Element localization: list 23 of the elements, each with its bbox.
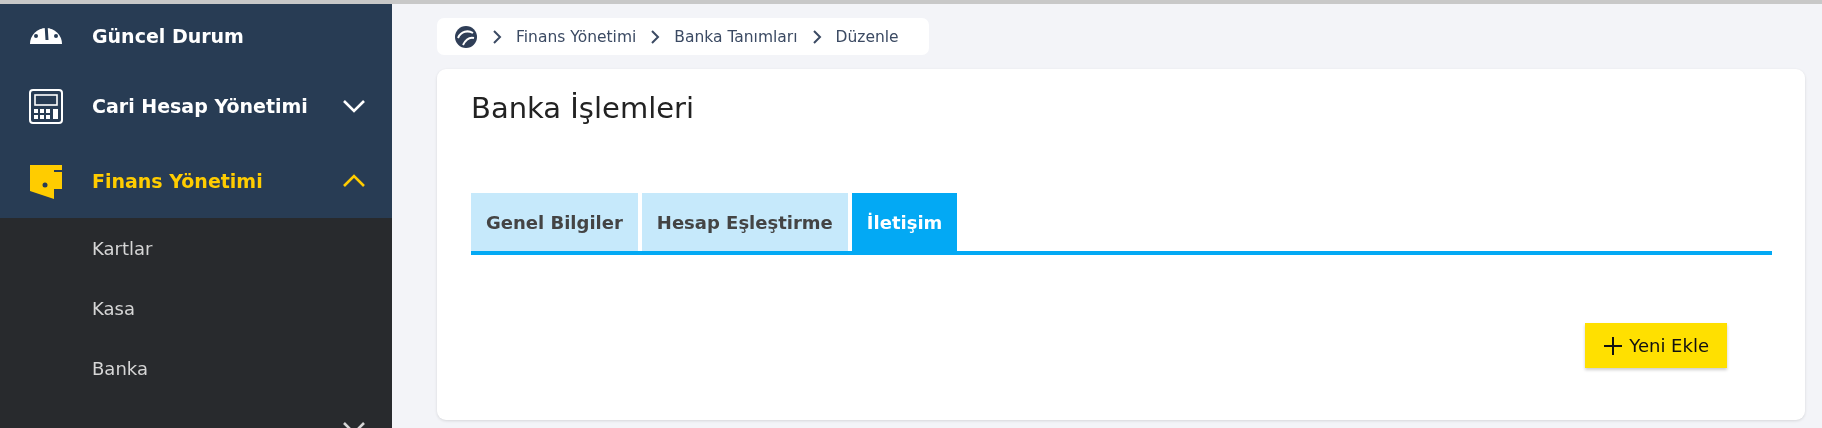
- page-title: Banka İşlemleri: [471, 91, 695, 127]
- submenu-item[interactable]: Kartlar: [0, 218, 392, 278]
- chevron-icon: [342, 173, 366, 188]
- chevron-right-icon: [811, 28, 822, 45]
- wallet-icon: [28, 162, 64, 199]
- gauge-icon: [28, 27, 64, 45]
- submenu-item[interactable]: Banka: [0, 338, 392, 398]
- tab[interactable]: Genel Bilgiler: [471, 193, 638, 251]
- submenu-item[interactable]: Kasa: [0, 278, 392, 338]
- breadcrumb-link[interactable]: Banka Tanımları: [674, 27, 798, 46]
- chevron-icon: [342, 98, 366, 113]
- logo-icon[interactable]: [454, 24, 478, 49]
- breadcrumb-link[interactable]: Finans Yönetimi: [516, 27, 637, 46]
- chevron-right-icon: [492, 28, 502, 45]
- sidebar-item[interactable]: Cari Hesap Yönetimi: [0, 68, 392, 143]
- tab[interactable]: Hesap Eşleştirme: [641, 193, 848, 251]
- breadcrumb-link[interactable]: Düzenle: [835, 27, 899, 46]
- chevron-right-icon: [650, 28, 661, 45]
- add-button[interactable]: Yeni Ekle: [1585, 323, 1727, 368]
- calculator-icon: [28, 87, 64, 124]
- sidebar-item[interactable]: Güncel Durum: [0, 4, 392, 68]
- sidebar-item[interactable]: Finans Yönetimi: [0, 143, 392, 218]
- plus-icon: [1603, 335, 1624, 356]
